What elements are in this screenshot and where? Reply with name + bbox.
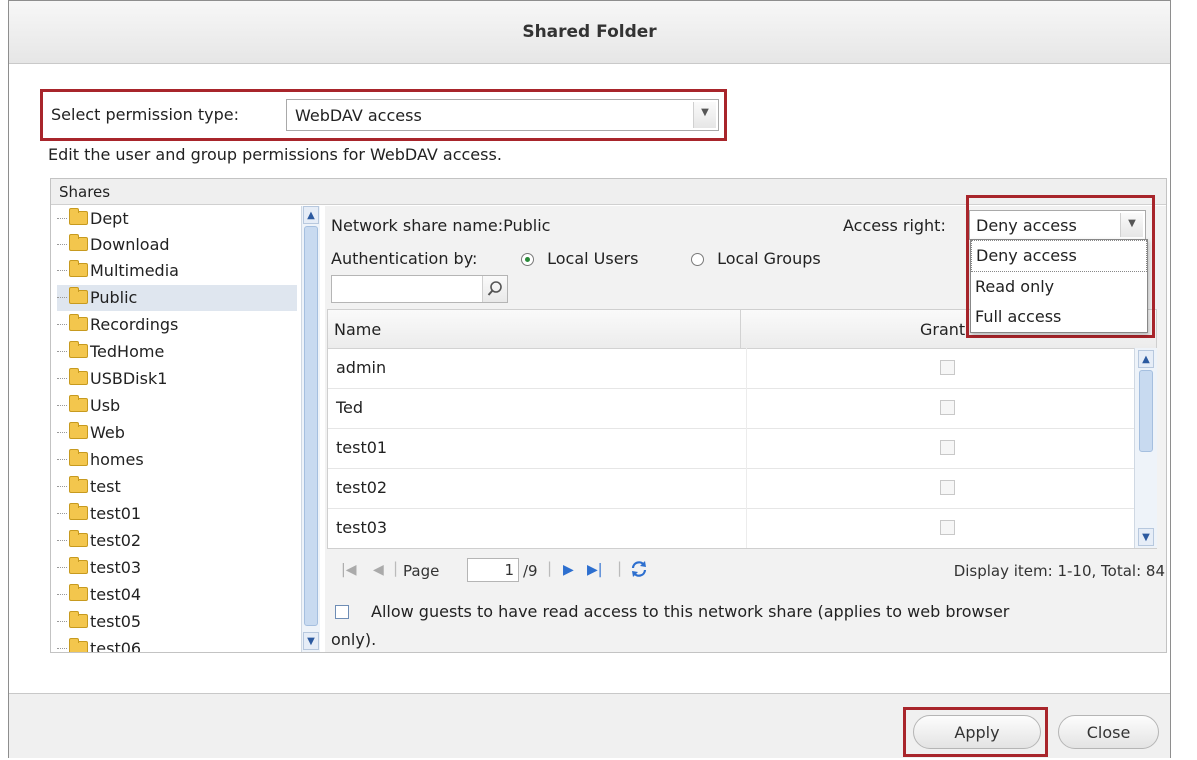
refresh-icon[interactable] (629, 559, 649, 583)
row-name: Ted (336, 398, 364, 417)
folder-icon (69, 260, 88, 277)
share-name: Network share name:Public (331, 216, 551, 235)
folder-icon (69, 557, 88, 574)
auth-label: Authentication by: (331, 249, 478, 268)
next-page-icon[interactable]: ▶ (563, 562, 574, 578)
chevron-down-icon[interactable]: ▼ (693, 102, 716, 128)
dropdown-option-full-access[interactable]: Full access (971, 302, 1147, 332)
folder-icon (69, 611, 88, 628)
last-page-icon[interactable]: ▶| (587, 562, 602, 578)
table-row[interactable]: Ted (328, 388, 1134, 429)
tree-item-test02[interactable]: test02 (57, 528, 297, 554)
folder-icon (69, 341, 88, 358)
tree-item-recordings[interactable]: Recordings (57, 312, 297, 338)
folder-icon (69, 314, 88, 331)
permission-description: Edit the user and group permissions for … (48, 145, 502, 164)
tree-item-download[interactable]: Download (57, 232, 297, 258)
folder-icon (69, 449, 88, 466)
page-number-input[interactable]: 1 (467, 558, 519, 582)
tree-scroll-thumb[interactable] (304, 226, 318, 626)
chevron-up-icon[interactable]: ▲ (303, 206, 319, 224)
tree-item-multimedia[interactable]: Multimedia (57, 258, 297, 284)
folder-icon (69, 422, 88, 439)
table-row[interactable]: admin (328, 348, 1134, 389)
tree-scrollbar[interactable]: ▲ ▼ (301, 206, 320, 652)
folder-icon (69, 234, 88, 251)
folder-icon (69, 476, 88, 493)
guest-access-label: Allow guests to have read access to this… (371, 602, 1010, 621)
grid-scrollbar[interactable]: ▲ ▼ (1134, 348, 1157, 548)
close-button[interactable]: Close (1058, 715, 1159, 749)
chevron-up-icon[interactable]: ▲ (1138, 350, 1154, 368)
column-name[interactable]: Name (334, 320, 381, 339)
access-right-label: Access right: (843, 216, 946, 235)
tree-item-public[interactable]: Public (57, 285, 297, 311)
grant-checkbox[interactable] (940, 360, 955, 375)
tree-item-dept[interactable]: Dept (57, 206, 297, 232)
row-name: test03 (336, 518, 388, 537)
dialog-title: Shared Folder (9, 1, 1170, 64)
chevron-down-icon[interactable]: ▼ (303, 632, 319, 650)
tree-item-usbdisk1[interactable]: USBDisk1 (57, 366, 297, 392)
shared-folder-dialog: Shared Folder Select permission type: We… (8, 0, 1171, 758)
folder-icon (69, 638, 88, 652)
first-page-icon[interactable]: |◀ (341, 562, 356, 578)
grant-checkbox[interactable] (940, 520, 955, 535)
row-name: test02 (336, 478, 388, 497)
radio-unselected-icon[interactable] (691, 253, 704, 266)
permission-type-select[interactable]: WebDAV access ▼ (286, 99, 719, 131)
folder-icon (69, 208, 88, 225)
folder-icon (69, 530, 88, 547)
tree-item-test06[interactable]: test06 (57, 636, 297, 652)
table-row[interactable]: test02 (328, 468, 1134, 509)
page-total: /9 (523, 562, 538, 580)
guest-access-checkbox[interactable] (335, 601, 349, 620)
dropdown-option-read-only[interactable]: Read only (971, 272, 1147, 302)
access-right-dropdown: Deny access Read only Full access (970, 239, 1148, 333)
row-name: test01 (336, 438, 388, 457)
folder-icon (69, 395, 88, 412)
shares-tree: Dept Download Multimedia Public Recordin… (57, 206, 299, 652)
tree-item-test03[interactable]: test03 (57, 555, 297, 581)
tree-item-tedhome[interactable]: TedHome (57, 339, 297, 365)
tree-item-test04[interactable]: test04 (57, 582, 297, 608)
folder-icon (69, 503, 88, 520)
tree-item-web[interactable]: Web (57, 420, 297, 446)
folder-icon (69, 287, 88, 304)
permission-type-label: Select permission type: (51, 105, 240, 124)
auth-local-groups-option[interactable]: Local Groups (691, 249, 821, 268)
dropdown-option-deny-access[interactable]: Deny access (971, 240, 1147, 272)
tree-item-test01[interactable]: test01 (57, 501, 297, 527)
table-row[interactable]: test01 (328, 428, 1134, 469)
tree-item-usb[interactable]: Usb (57, 393, 297, 419)
tree-item-homes[interactable]: homes (57, 447, 297, 473)
tree-item-test05[interactable]: test05 (57, 609, 297, 635)
permission-type-value: WebDAV access (295, 106, 422, 125)
folder-icon (69, 368, 88, 385)
radio-selected-icon[interactable] (521, 253, 534, 266)
pagination-bar: |◀ ◀ | Page 1 /9 | ▶ ▶| | Display item: … (331, 557, 1165, 587)
search-icon[interactable] (482, 276, 507, 302)
page-label: Page (403, 562, 440, 580)
guest-access-label-cont: only). (331, 630, 377, 649)
grid-body: admin Ted test01 test02 test03 (328, 348, 1134, 548)
user-search-input[interactable] (334, 278, 482, 300)
grant-checkbox[interactable] (940, 480, 955, 495)
grant-checkbox[interactable] (940, 400, 955, 415)
prev-page-icon[interactable]: ◀ (373, 562, 384, 578)
user-permission-grid: Name Grant admin Ted test01 test02 test0… (327, 309, 1157, 549)
grant-checkbox[interactable] (940, 440, 955, 455)
chevron-down-icon[interactable]: ▼ (1138, 528, 1154, 546)
display-item-info: Display item: 1-10, Total: 84 (953, 562, 1165, 580)
table-row[interactable]: test03 (328, 508, 1134, 548)
folder-icon (69, 584, 88, 601)
grid-scroll-thumb[interactable] (1139, 370, 1153, 452)
apply-button[interactable]: Apply (913, 715, 1041, 749)
row-name: admin (336, 358, 387, 377)
dialog-footer: Apply Close (9, 693, 1170, 758)
tree-item-test[interactable]: test (57, 474, 297, 500)
column-grant[interactable]: Grant (920, 320, 965, 339)
user-search-box (331, 275, 508, 303)
auth-local-users-option[interactable]: Local Users (521, 249, 638, 268)
